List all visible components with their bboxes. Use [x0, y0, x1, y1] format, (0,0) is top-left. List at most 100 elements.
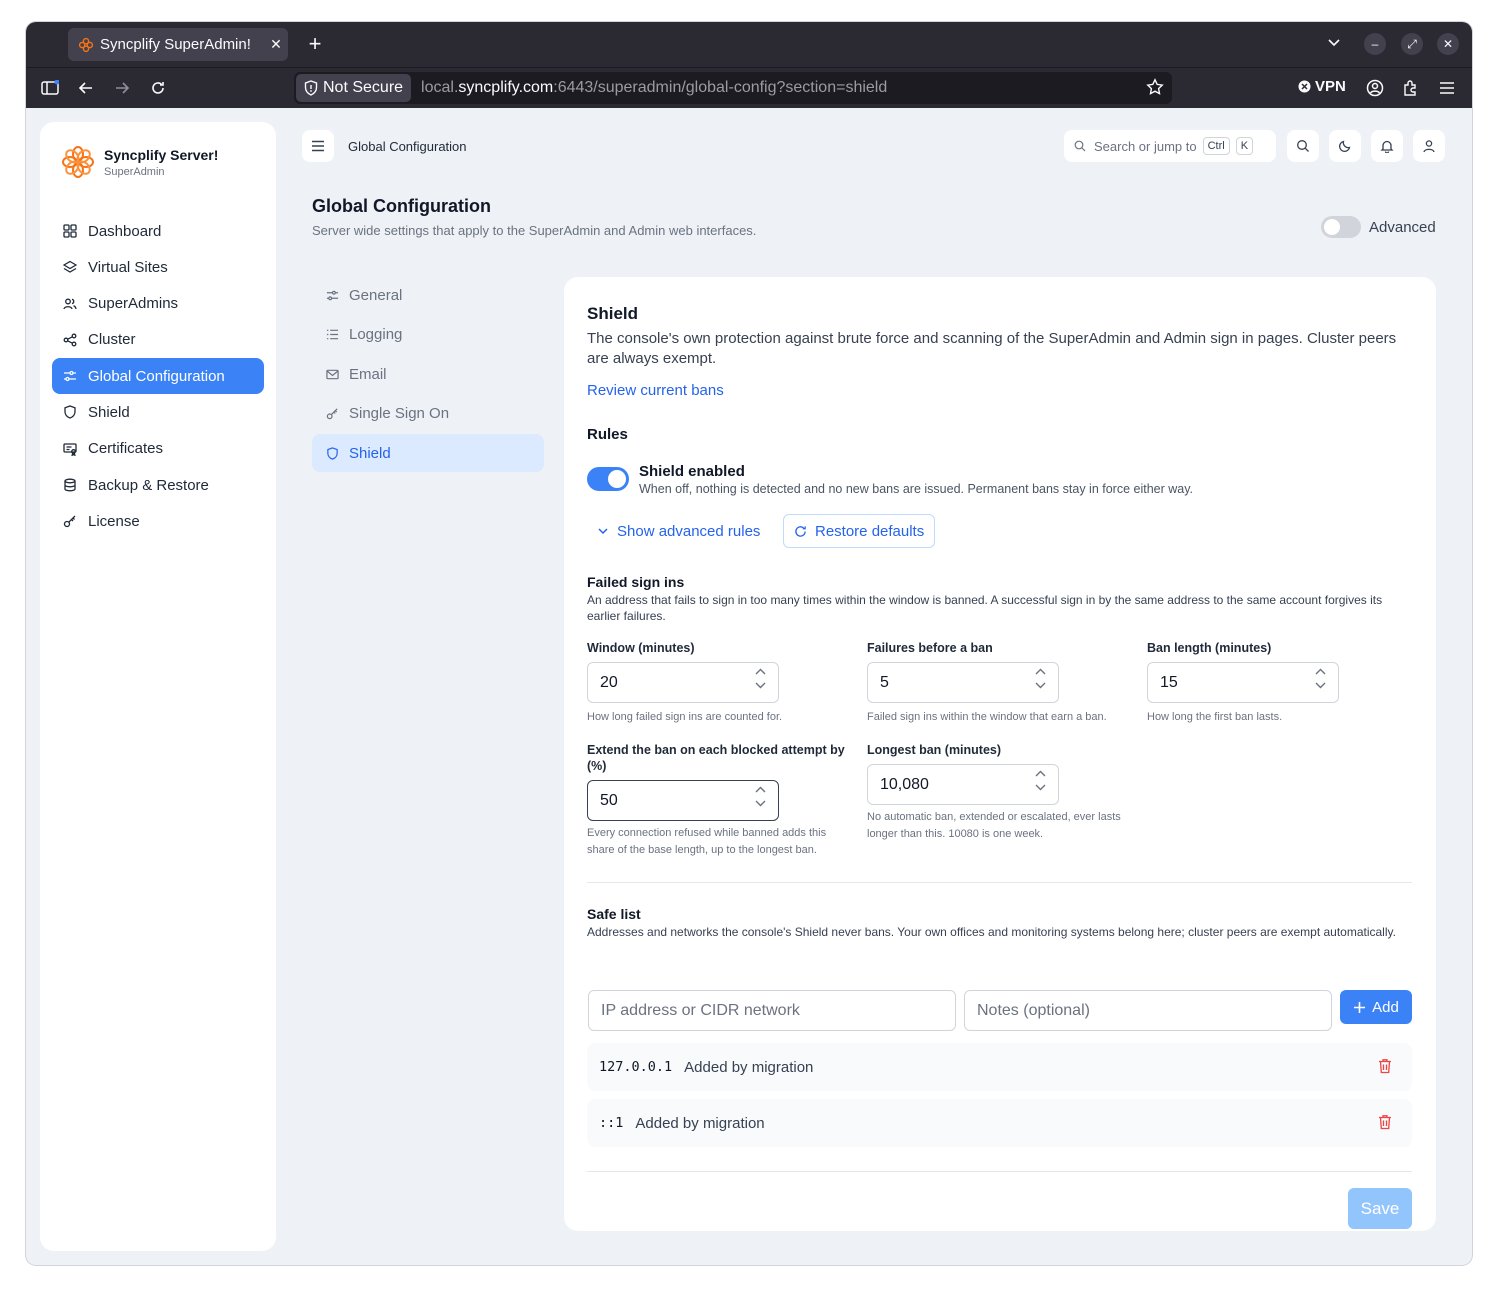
- trash-icon[interactable]: [1378, 1058, 1392, 1074]
- chevron-down-icon[interactable]: [1035, 681, 1046, 690]
- advanced-toggle[interactable]: Advanced: [1321, 216, 1436, 238]
- show-advanced-label: Show advanced rules: [617, 522, 761, 540]
- sidebar-item-label: Shield: [88, 403, 130, 421]
- shield-enabled-label: Shield enabled: [639, 463, 745, 480]
- failures-stepper[interactable]: [1035, 667, 1046, 690]
- chevron-up-icon[interactable]: [755, 785, 766, 794]
- url-host: syncplify.com: [458, 79, 554, 96]
- subnav-item-shield[interactable]: Shield: [312, 434, 544, 472]
- theme-toggle-button[interactable]: [1329, 130, 1361, 162]
- sidebar-item-label: Global Configuration: [88, 367, 225, 385]
- review-bans-link[interactable]: Review current bans: [587, 382, 724, 399]
- minimize-icon[interactable]: –: [1364, 33, 1386, 55]
- notes-input[interactable]: Notes (optional): [964, 990, 1332, 1031]
- sidebar-item-cluster[interactable]: Cluster: [52, 322, 264, 358]
- chevron-down-icon[interactable]: [755, 799, 766, 808]
- chevron-down-icon[interactable]: [1035, 783, 1046, 792]
- url-text: local.syncplify.com:6443/superadmin/glob…: [421, 79, 887, 97]
- trash-icon[interactable]: [1378, 1114, 1392, 1130]
- longest-ban-stepper[interactable]: [1035, 769, 1046, 792]
- chevron-down-icon[interactable]: [755, 681, 766, 690]
- browser-tab[interactable]: Syncplify SuperAdmin! ✕: [68, 28, 288, 61]
- layers-icon: [63, 261, 77, 274]
- chevron-up-icon[interactable]: [1035, 667, 1046, 676]
- subnav-item-label: General: [349, 286, 403, 304]
- sidebar-item-license[interactable]: License: [52, 503, 264, 539]
- ban-length-help: How long the first ban lasts.: [1147, 711, 1283, 723]
- ban-length-stepper[interactable]: [1315, 667, 1326, 690]
- longest-ban-help: No automatic ban, extended or escalated,…: [867, 811, 1121, 840]
- brand[interactable]: Syncplify Server! SuperAdmin: [60, 144, 218, 180]
- ban-length-input[interactable]: 15: [1147, 662, 1339, 703]
- extend-value: 50: [600, 791, 618, 809]
- sidebar-item-shield[interactable]: Shield: [52, 394, 264, 430]
- shield-enabled-switch[interactable]: [587, 467, 629, 491]
- settings-subnav: General Logging Email Single Sign On Shi…: [312, 276, 544, 474]
- syncplify-logo-icon: [62, 146, 94, 178]
- reload-icon[interactable]: [146, 76, 170, 100]
- menu-toggle-button[interactable]: [302, 130, 334, 162]
- chevron-up-icon[interactable]: [1035, 769, 1046, 778]
- tab-close-icon[interactable]: ✕: [264, 36, 288, 53]
- database-icon: [64, 478, 76, 492]
- window-input[interactable]: 20: [587, 662, 779, 703]
- notifications-button[interactable]: [1371, 130, 1403, 162]
- tab-list-chevron-icon[interactable]: [1326, 34, 1342, 50]
- safe-address: 127.0.0.1: [599, 1059, 673, 1075]
- vpn-button[interactable]: VPN: [1298, 78, 1346, 95]
- advanced-switch[interactable]: [1321, 216, 1361, 238]
- maximize-icon[interactable]: ⤢: [1401, 33, 1423, 55]
- subnav-item-label: Single Sign On: [349, 405, 450, 422]
- close-window-icon[interactable]: ✕: [1437, 33, 1459, 55]
- chevron-up-icon[interactable]: [755, 667, 766, 676]
- footer-divider: [587, 1171, 1412, 1172]
- safe-note: Added by migration: [684, 1058, 814, 1076]
- window-stepper[interactable]: [755, 667, 766, 690]
- chevron-down-icon[interactable]: [1315, 681, 1326, 690]
- sidebar-toggle-icon[interactable]: [38, 76, 62, 100]
- forward-icon[interactable]: [110, 76, 134, 100]
- failed-signins-description: An address that fails to sign in too man…: [587, 593, 1383, 623]
- site-security-button[interactable]: Not Secure: [296, 74, 412, 102]
- sidebar-item-backup-restore[interactable]: Backup & Restore: [52, 467, 264, 503]
- search-button[interactable]: [1287, 130, 1319, 162]
- back-icon[interactable]: [74, 76, 98, 100]
- restore-defaults-button[interactable]: Restore defaults: [783, 514, 936, 548]
- search-input[interactable]: Search or jump to Ctrl K: [1064, 130, 1276, 162]
- grid-icon: [63, 224, 77, 238]
- extend-input[interactable]: 50: [587, 780, 779, 821]
- shield-warning-icon: [304, 80, 318, 96]
- add-safe-entry-button[interactable]: Add: [1340, 990, 1412, 1024]
- account-icon[interactable]: [1363, 76, 1387, 100]
- subnav-item-label: Logging: [349, 326, 403, 343]
- failures-input[interactable]: 5: [867, 662, 1059, 703]
- bookmark-star-icon[interactable]: [1146, 78, 1164, 96]
- certificate-icon: [63, 443, 77, 456]
- plus-icon: [1354, 1001, 1366, 1013]
- extensions-icon[interactable]: [1399, 76, 1423, 100]
- url-bar[interactable]: Not Secure local.syncplify.com:6443/supe…: [294, 72, 1172, 104]
- new-tab-icon[interactable]: +: [302, 31, 328, 57]
- subnav-item-general[interactable]: General: [312, 276, 544, 314]
- subnav-item-sso[interactable]: Single Sign On: [312, 395, 544, 433]
- shield-icon: [327, 446, 338, 460]
- chevron-up-icon[interactable]: [1315, 667, 1326, 676]
- sidebar-item-virtual-sites[interactable]: Virtual Sites: [52, 249, 264, 285]
- sidebar-item-dashboard[interactable]: Dashboard: [52, 213, 264, 249]
- sidebar-item-global-configuration[interactable]: Global Configuration: [52, 358, 264, 395]
- user-menu-button[interactable]: [1413, 130, 1445, 162]
- subnav-item-email[interactable]: Email: [312, 355, 544, 393]
- safe-list-description: Addresses and networks the console's Shi…: [587, 925, 1396, 939]
- subnav-item-label: Email: [349, 365, 387, 383]
- save-button[interactable]: Save: [1348, 1188, 1412, 1229]
- show-advanced-rules-button[interactable]: Show advanced rules: [587, 514, 770, 548]
- longest-ban-input[interactable]: 10,080: [867, 764, 1059, 805]
- app-menu-icon[interactable]: [1435, 76, 1459, 100]
- ip-address-input[interactable]: IP address or CIDR network: [588, 990, 956, 1031]
- sidebar-item-label: Dashboard: [88, 222, 162, 240]
- ban-length-value: 15: [1160, 673, 1178, 691]
- subnav-item-logging[interactable]: Logging: [312, 316, 544, 354]
- sidebar-item-certificates[interactable]: Certificates: [52, 431, 264, 467]
- sidebar-item-superadmins[interactable]: SuperAdmins: [52, 286, 264, 322]
- extend-stepper[interactable]: [755, 785, 766, 808]
